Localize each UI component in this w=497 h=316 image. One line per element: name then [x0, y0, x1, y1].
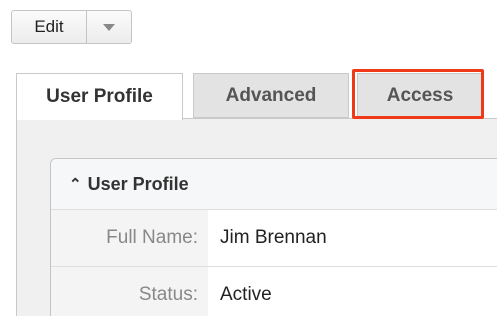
edit-split-button: Edit: [11, 10, 132, 44]
field-value: Active: [208, 267, 497, 316]
double-chevron-up-icon: ⌃: [69, 176, 82, 193]
tab-user-profile[interactable]: User Profile: [16, 73, 183, 120]
section-title: User Profile: [87, 173, 189, 194]
section-header[interactable]: ⌃ User Profile: [51, 159, 497, 210]
field-label: Full Name:: [51, 210, 208, 266]
edit-button[interactable]: Edit: [12, 11, 87, 43]
tab-advanced[interactable]: Advanced: [193, 73, 349, 118]
user-profile-card: ⌃ User Profile Full Name: Jim Brennan St…: [50, 158, 497, 316]
field-label: Status:: [51, 267, 208, 316]
edit-dropdown-button[interactable]: [87, 11, 131, 43]
field-row-full-name: Full Name: Jim Brennan: [51, 210, 497, 267]
field-value: Jim Brennan: [208, 210, 497, 266]
tab-access[interactable]: Access: [357, 73, 483, 118]
page: Edit User Profile Advanced Access ⌃ User…: [0, 0, 497, 316]
caret-down-icon: [103, 23, 115, 31]
field-row-status: Status: Active: [51, 267, 497, 316]
